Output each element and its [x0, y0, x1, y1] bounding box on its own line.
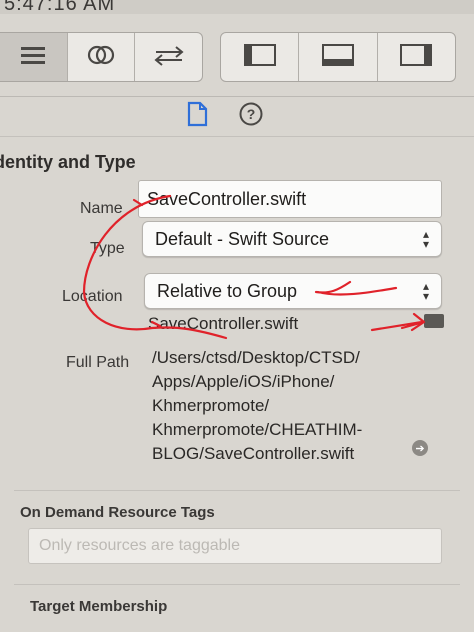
panel-toggle-segment: [220, 32, 456, 82]
svg-text:?: ?: [247, 106, 256, 122]
reveal-in-finder-arrow-icon[interactable]: ➔: [412, 440, 428, 456]
folder-icon[interactable]: [424, 314, 444, 328]
full-path-line: Khmerpromote/: [152, 396, 270, 415]
toggle-navigator-button[interactable]: [221, 33, 300, 81]
right-panel-icon: [399, 43, 433, 72]
standard-editor-button[interactable]: [0, 33, 68, 81]
name-field[interactable]: SaveController.swift: [138, 180, 442, 218]
name-field-value: SaveController.swift: [147, 188, 307, 209]
name-label: Name: [80, 200, 123, 217]
toggle-utilities-button[interactable]: [378, 33, 455, 81]
bottom-panel-icon: [321, 43, 355, 72]
inspector-tabs: ?: [170, 100, 280, 132]
chevron-updown-icon: ▴ ▾: [422, 227, 429, 251]
section-divider: [14, 584, 460, 585]
on-demand-title: On Demand Resource Tags: [20, 504, 215, 521]
chevron-updown-icon: ▴ ▾: [422, 279, 429, 303]
toolbar: [0, 28, 474, 88]
section-divider: [14, 490, 460, 491]
location-popup-value: Relative to Group: [157, 280, 298, 301]
status-time: 5:47:16 AM: [4, 0, 116, 15]
full-path-label: Full Path: [66, 354, 130, 371]
inspector-tabs-divider: [0, 136, 474, 137]
file-inspector-icon[interactable]: [186, 101, 208, 132]
location-filename: SaveController.swift: [148, 314, 299, 333]
venn-circles-icon: [86, 43, 116, 72]
full-path-line: /Users/ctsd/Desktop/CTSD/: [152, 348, 360, 367]
swap-arrows-icon: [152, 43, 186, 72]
full-path-line: Khmerpromote/CHEATHIM-: [152, 420, 363, 439]
status-bar: 5:47:16 AM: [0, 0, 474, 15]
toggle-debug-area-button[interactable]: [299, 33, 378, 81]
type-popup-value: Default - Swift Source: [155, 228, 330, 249]
resource-tags-field[interactable]: [28, 528, 442, 564]
toolbar-divider: [0, 96, 474, 97]
editor-mode-segment: [0, 32, 203, 82]
location-popup[interactable]: Relative to Group ▴ ▾: [144, 273, 442, 309]
left-panel-icon: [243, 43, 277, 72]
type-label: Type: [90, 240, 125, 257]
type-popup[interactable]: Default - Swift Source ▴ ▾: [142, 221, 442, 257]
assistant-editor-button[interactable]: [68, 33, 136, 81]
identity-section-title: dentity and Type: [0, 152, 136, 172]
target-membership-title: Target Membership: [30, 598, 168, 615]
full-path-line: BLOG/SaveController.swift: [152, 444, 355, 463]
hamburger-lines-icon: [19, 44, 47, 71]
annotation-arrow: [370, 312, 426, 332]
full-path-line: Apps/Apple/iOS/iPhone/: [152, 372, 335, 391]
location-label: Location: [62, 288, 123, 305]
version-editor-button[interactable]: [135, 33, 202, 81]
quick-help-icon[interactable]: ?: [238, 101, 264, 132]
resource-tags-input[interactable]: [37, 536, 433, 556]
